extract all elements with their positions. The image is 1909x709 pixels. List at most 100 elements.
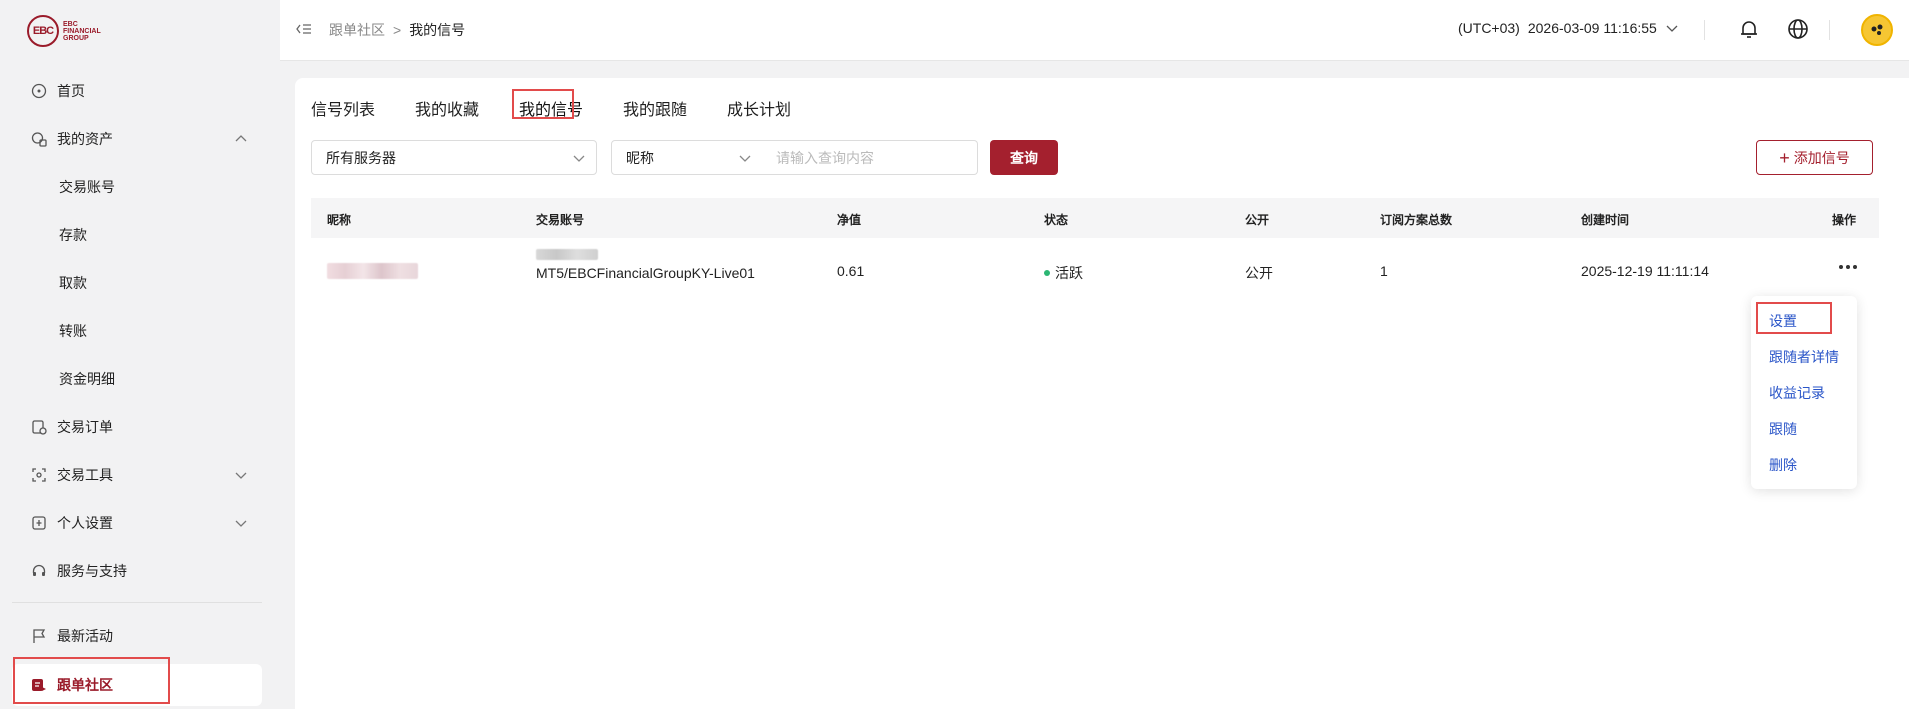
sidebar-item-deposit[interactable]: 存款 bbox=[0, 215, 264, 255]
home-icon bbox=[30, 82, 48, 100]
sidebar-item-label: 交易工具 bbox=[57, 467, 113, 483]
field-select-value: 昵称 bbox=[626, 149, 654, 166]
sidebar-item-assets[interactable]: 我的资产 bbox=[0, 119, 264, 159]
column-header-account: 交易账号 bbox=[536, 213, 585, 227]
main-panel: 信号列表 我的收藏 我的信号 我的跟随 成长计划 所有服务器 昵称 查询 + 添… bbox=[295, 78, 1909, 709]
tab-my-following[interactable]: 我的跟随 bbox=[623, 96, 687, 120]
redacted-account-number bbox=[536, 249, 598, 260]
headset-icon bbox=[30, 562, 48, 580]
table-header: 昵称 交易账号 净值 状态 公开 订阅方案总数 创建时间 操作 bbox=[311, 198, 1879, 238]
breadcrumb: 跟单社区 > 我的信号 bbox=[329, 20, 465, 40]
current-datetime: 2026-03-09 11:16:55 bbox=[1527, 20, 1657, 36]
collapse-menu-icon[interactable] bbox=[295, 20, 313, 38]
status-dot-icon bbox=[1044, 270, 1050, 277]
column-header-status: 状态 bbox=[1044, 213, 1069, 227]
sidebar-item-label: 我的资产 bbox=[57, 131, 113, 147]
divider bbox=[1704, 20, 1705, 40]
query-button[interactable]: 查询 bbox=[990, 140, 1058, 175]
sidebar-divider bbox=[12, 602, 262, 603]
sidebar-item-trading-account[interactable]: 交易账号 bbox=[0, 167, 264, 207]
sidebar-item-copy-trading[interactable]: 跟单社区 bbox=[12, 664, 262, 706]
sidebar-item-label: 资金明细 bbox=[59, 371, 115, 387]
sidebar-item-label: 交易账号 bbox=[59, 179, 115, 195]
globe-icon[interactable] bbox=[1786, 17, 1810, 41]
add-signal-label: 添加信号 bbox=[1793, 149, 1850, 166]
sidebar-item-transfer[interactable]: 转账 bbox=[0, 311, 264, 351]
flag-icon bbox=[30, 627, 48, 645]
server-select[interactable]: 所有服务器 bbox=[311, 140, 597, 175]
divider bbox=[1829, 20, 1830, 40]
chevron-down-icon bbox=[235, 520, 247, 527]
sidebar-item-withdraw[interactable]: 取款 bbox=[0, 263, 264, 303]
avatar[interactable] bbox=[1861, 14, 1893, 46]
sidebar: EBC EBC FINANCIAL GROUP 首页 我的资产 交易账号 存款 … bbox=[0, 0, 280, 709]
tab-my-signals[interactable]: 我的信号 bbox=[519, 96, 583, 120]
sidebar-item-support[interactable]: 服务与支持 bbox=[0, 551, 264, 591]
sidebar-item-latest-events[interactable]: 最新活动 bbox=[0, 616, 264, 656]
sidebar-item-orders[interactable]: 交易订单 bbox=[0, 407, 264, 447]
column-header-nickname: 昵称 bbox=[327, 213, 352, 227]
logo-mark: EBC bbox=[27, 15, 59, 47]
bell-icon[interactable] bbox=[1737, 17, 1761, 41]
logo-line-1: EBC bbox=[63, 20, 78, 28]
menu-item-follower-details[interactable]: 跟随者详情 bbox=[1769, 347, 1839, 367]
table-row[interactable]: MT5/EBCFinancialGroupKY-Live01 0.61 活跃 公… bbox=[311, 238, 1879, 304]
breadcrumb-current: 我的信号 bbox=[409, 22, 466, 38]
sidebar-item-personal-settings[interactable]: 个人设置 bbox=[0, 503, 264, 543]
plus-icon: + bbox=[1779, 147, 1790, 168]
created-time: 2025-12-19 11:11:14 bbox=[1581, 263, 1709, 279]
column-header-actions: 操作 bbox=[1832, 213, 1857, 227]
sidebar-item-tools[interactable]: 交易工具 bbox=[0, 455, 264, 495]
more-actions-icon[interactable] bbox=[1839, 262, 1863, 272]
server-select-value: 所有服务器 bbox=[326, 149, 396, 166]
settings-icon bbox=[30, 514, 48, 532]
chevron-down-icon bbox=[573, 155, 585, 162]
chevron-up-icon bbox=[235, 135, 247, 142]
breadcrumb-separator: > bbox=[393, 22, 402, 38]
chevron-down-icon bbox=[235, 472, 247, 479]
menu-item-delete[interactable]: 删除 bbox=[1769, 455, 1797, 475]
sidebar-item-label: 存款 bbox=[59, 227, 87, 243]
assets-icon bbox=[30, 130, 48, 148]
action-menu: 设置 跟随者详情 收益记录 跟随 删除 bbox=[1751, 296, 1857, 489]
chevron-down-icon bbox=[739, 155, 751, 162]
tab-my-favorites[interactable]: 我的收藏 bbox=[415, 96, 479, 120]
status-text: 活跃 bbox=[1055, 265, 1083, 281]
menu-item-settings[interactable]: 设置 bbox=[1769, 311, 1797, 331]
tab-growth-plan[interactable]: 成长计划 bbox=[727, 96, 791, 120]
tab-signal-list[interactable]: 信号列表 bbox=[311, 96, 375, 120]
equity-value: 0.61 bbox=[837, 263, 865, 279]
menu-item-follow[interactable]: 跟随 bbox=[1769, 419, 1797, 439]
status-badge: 活跃 bbox=[1044, 263, 1083, 283]
column-header-created: 创建时间 bbox=[1581, 213, 1630, 227]
add-signal-button[interactable]: + 添加信号 bbox=[1756, 140, 1873, 175]
column-header-equity: 净值 bbox=[837, 213, 862, 227]
sidebar-item-label: 首页 bbox=[57, 83, 85, 99]
field-select[interactable]: 昵称 bbox=[611, 140, 763, 175]
search-input[interactable] bbox=[762, 140, 978, 175]
sidebar-item-label: 交易订单 bbox=[57, 419, 113, 435]
orders-icon bbox=[30, 418, 48, 436]
column-header-plans: 订阅方案总数 bbox=[1380, 213, 1453, 227]
sidebar-item-label: 取款 bbox=[59, 275, 87, 291]
sidebar-item-label: 服务与支持 bbox=[57, 563, 127, 579]
sidebar-item-label: 转账 bbox=[59, 323, 87, 339]
copy-trade-icon bbox=[30, 676, 48, 694]
logo-line-2: FINANCIAL bbox=[63, 27, 101, 35]
menu-item-profit-records[interactable]: 收益记录 bbox=[1769, 383, 1825, 403]
chevron-down-icon bbox=[1666, 25, 1678, 32]
logo-line-3: GROUP bbox=[63, 34, 89, 42]
sidebar-item-label: 最新活动 bbox=[57, 628, 113, 644]
account-server: MT5/EBCFinancialGroupKY-Live01 bbox=[536, 265, 755, 281]
tools-icon bbox=[30, 466, 48, 484]
sidebar-item-home[interactable]: 首页 bbox=[0, 71, 264, 111]
breadcrumb-parent[interactable]: 跟单社区 bbox=[329, 20, 385, 40]
ebc-logo[interactable]: EBC EBC FINANCIAL GROUP bbox=[27, 13, 101, 49]
public-value: 公开 bbox=[1245, 265, 1273, 281]
top-bar: 跟单社区 > 我的信号 (UTC+03) 2026-03-09 11:16:55 bbox=[280, 0, 1909, 61]
sidebar-item-fund-details[interactable]: 资金明细 bbox=[0, 359, 264, 399]
sidebar-item-label: 个人设置 bbox=[57, 515, 113, 531]
timezone-label: (UTC+03) bbox=[1458, 20, 1520, 36]
redacted-nickname bbox=[327, 263, 418, 279]
timezone-selector[interactable]: (UTC+03) 2026-03-09 11:16:55 bbox=[1458, 20, 1679, 36]
